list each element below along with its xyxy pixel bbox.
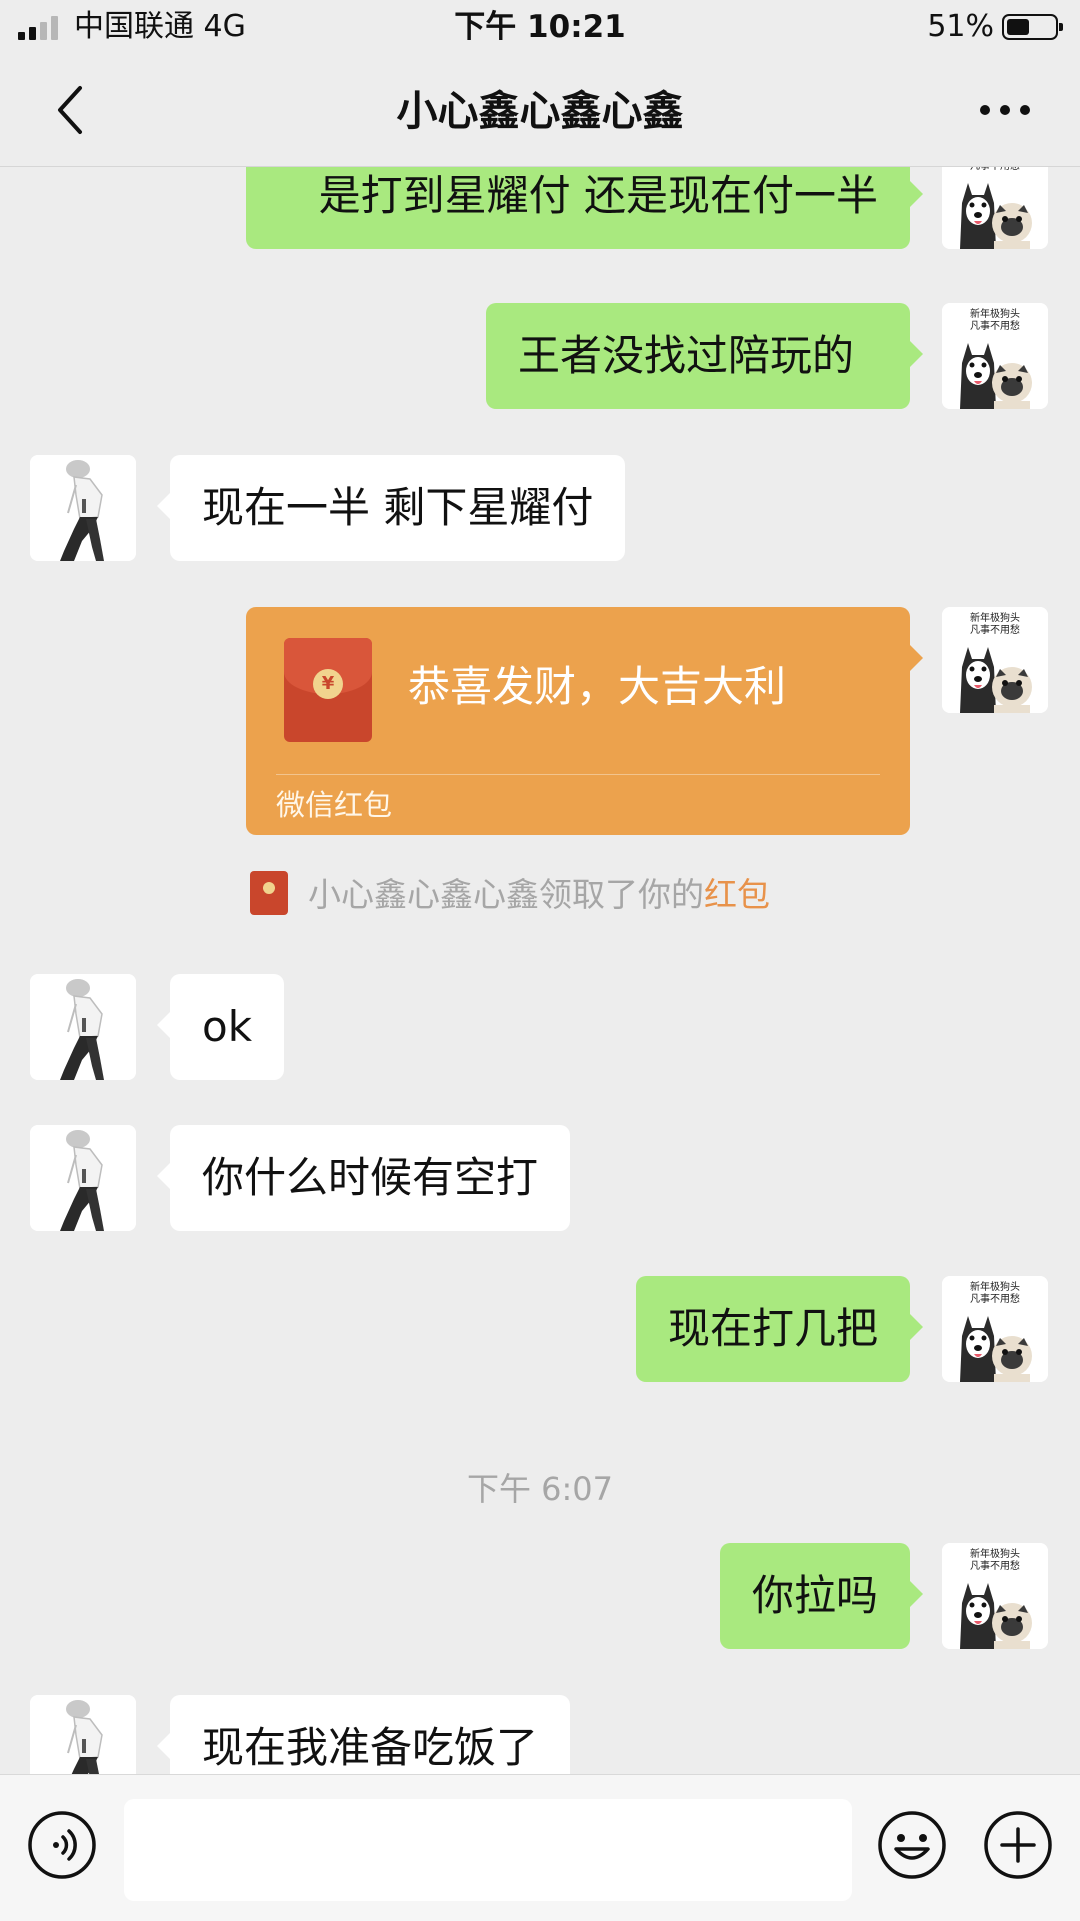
contact-avatar[interactable] [30,974,136,1080]
emoji-icon[interactable] [876,1809,948,1881]
chat-area[interactable]: 是打到星耀付 还是现在付一半 新年极狗头凡事不用愁 王者没找过陪玩的 新年极狗头… [0,167,1080,1774]
battery-icon [1002,14,1063,40]
voice-icon[interactable] [26,1809,98,1881]
message-input[interactable] [124,1799,852,1901]
status-bar: 中国联通 4G 下午 10:21 51% [0,0,1080,54]
plus-icon[interactable] [982,1809,1054,1881]
message-bubble[interactable]: 你拉吗 [719,1543,924,1649]
avatar[interactable]: 新年极狗头凡事不用愁 [942,167,1048,249]
system-message: 小心鑫心鑫心鑫领取了你的红包 [250,870,770,918]
message-bubble[interactable]: 现在我准备吃饭了 [156,1695,571,1774]
contact-avatar[interactable] [30,455,136,561]
svg-text:新年极狗头: 新年极狗头 [970,1280,1020,1293]
svg-text:凡事不用愁: 凡事不用愁 [970,623,1020,636]
red-packet-card[interactable]: ¥ 恭喜发财，大吉大利 微信红包 [246,607,923,835]
contact-avatar[interactable] [30,1695,136,1774]
input-bar [0,1774,1080,1921]
avatar[interactable]: 新年极狗头凡事不用愁 [942,1276,1048,1382]
avatar[interactable]: 新年极狗头凡事不用愁 [942,607,1048,713]
svg-text:新年极狗头: 新年极狗头 [970,1547,1020,1560]
avatar[interactable]: 新年极狗头凡事不用愁 [942,303,1048,409]
message-bubble[interactable]: 现在一半 剩下星耀付 [156,455,626,561]
red-packet-mini-icon [250,870,288,915]
message-bubble[interactable]: 王者没找过陪玩的 [486,303,923,409]
message-bubble[interactable]: 是打到星耀付 还是现在付一半 [246,167,923,249]
svg-text:凡事不用愁: 凡事不用愁 [970,319,1020,332]
svg-text:凡事不用愁: 凡事不用愁 [970,1559,1020,1572]
timestamp: 下午 6:07 [466,1470,614,1508]
svg-text:新年极狗头: 新年极狗头 [970,307,1020,320]
red-packet-link[interactable]: 红包 [704,875,770,914]
red-packet-footer: 微信红包 [276,788,393,822]
red-packet-divider [276,774,880,775]
nav-bar: 小心鑫心鑫心鑫 [0,54,1080,167]
svg-text:凡事不用愁: 凡事不用愁 [970,1292,1020,1305]
message-bubble[interactable]: ok [156,974,285,1080]
contact-avatar[interactable] [30,1125,136,1231]
avatar[interactable]: 新年极狗头凡事不用愁 [942,1543,1048,1649]
red-packet-message: 恭喜发财，大吉大利 [408,662,787,711]
status-time: 下午 10:21 [454,9,626,45]
chat-title: 小心鑫心鑫心鑫 [396,87,684,135]
more-icon[interactable] [970,82,1040,138]
red-packet-icon: ¥ [284,638,372,742]
system-message-text: 小心鑫心鑫心鑫领取了你的 [308,875,704,914]
message-bubble[interactable]: 你什么时候有空打 [156,1125,571,1231]
message-bubble[interactable]: 现在打几把 [635,1276,924,1382]
svg-text:新年极狗头: 新年极狗头 [970,611,1020,624]
svg-text:凡事不用愁: 凡事不用愁 [970,167,1020,172]
battery-percent: 51% [927,9,994,44]
